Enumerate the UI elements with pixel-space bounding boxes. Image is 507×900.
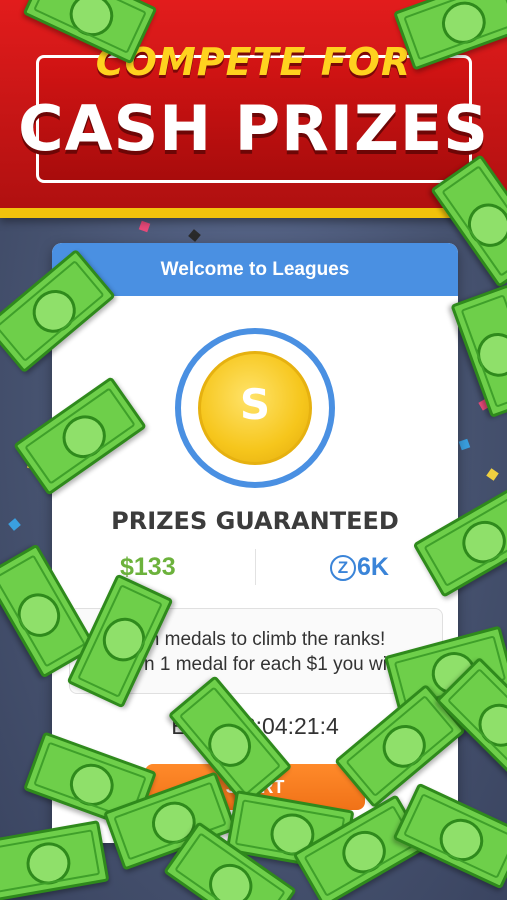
coin-prize: Z 6K (330, 553, 389, 582)
coin-prize-value: 6K (357, 553, 389, 581)
medal-ring: S (175, 328, 335, 488)
dollar-bill-icon (450, 284, 507, 418)
headline-cash-prizes: CASH PRIZES (18, 92, 489, 165)
dollar-bill-icon (0, 820, 110, 900)
card-header-title: Welcome to Leagues (52, 243, 458, 296)
cash-prize-value: $133 (120, 553, 176, 581)
coin-z-icon: Z (330, 555, 356, 581)
confetti (8, 518, 21, 531)
confetti (188, 229, 201, 242)
medal-glyph: S (239, 380, 271, 429)
medal-icon: S (198, 351, 312, 465)
app-screen: COMPETE FOR CASH PRIZES Welcome to Leagu… (0, 0, 507, 900)
confetti (486, 468, 499, 481)
confetti (138, 220, 151, 233)
stat-divider (255, 549, 256, 585)
confetti (458, 438, 471, 451)
prizes-guaranteed-title: PRIZES GUARANTEED (111, 507, 399, 535)
